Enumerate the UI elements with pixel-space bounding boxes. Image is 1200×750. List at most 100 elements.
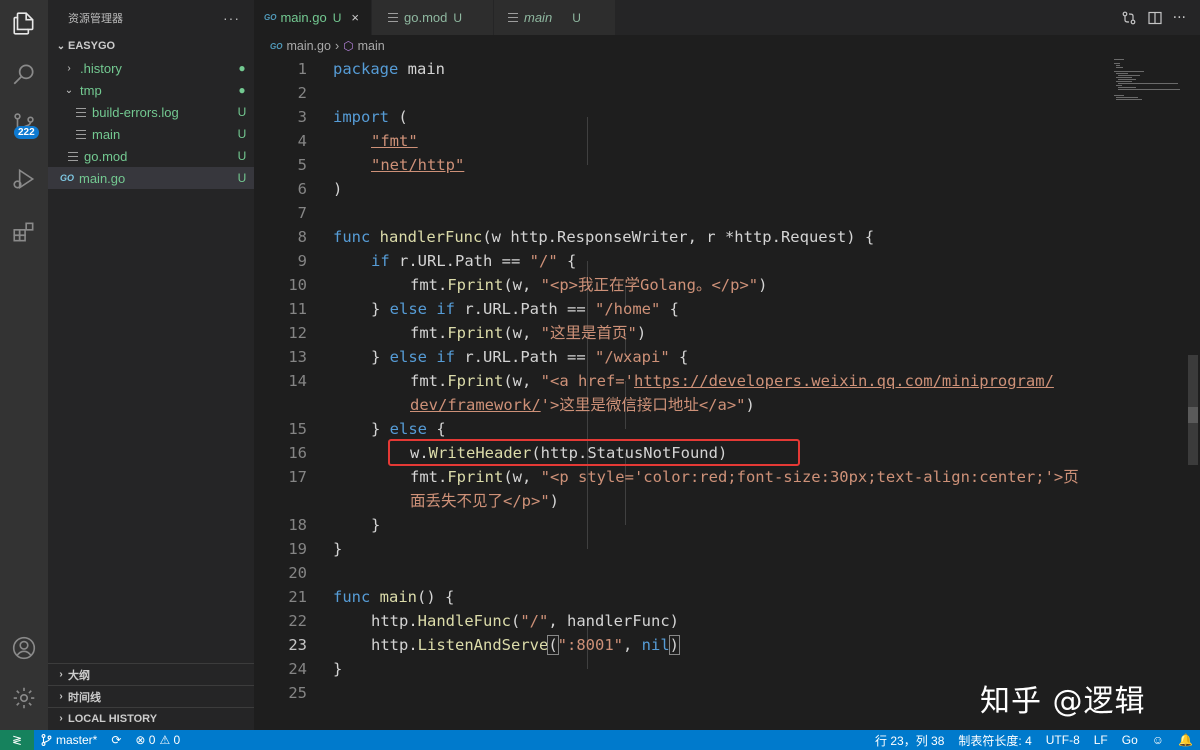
symbol-module-icon: ⬡: [343, 39, 354, 53]
local-history-section-label: LOCAL HISTORY: [68, 712, 158, 725]
explorer-sidebar: 资源管理器 ··· ⌄ EASYGO › .history ● ⌄ tmp ● …: [48, 0, 254, 730]
breadcrumb-file[interactable]: main.go: [286, 39, 330, 53]
local-history-section[interactable]: › LOCAL HISTORY: [48, 707, 254, 729]
file-icon: [388, 13, 398, 22]
tree-item-go-mod[interactable]: go.mod U: [48, 145, 254, 167]
line-number: 12: [288, 324, 307, 342]
notifications-bell-icon[interactable]: 🔔: [1171, 733, 1200, 747]
chevron-down-icon: ⌄: [64, 84, 74, 96]
remote-indicator-icon[interactable]: ≷: [0, 730, 34, 750]
timeline-section[interactable]: › 时间线: [48, 685, 254, 707]
line-number: 4: [297, 132, 307, 150]
tree-item-main-binary[interactable]: main U: [48, 123, 254, 145]
tree-item-label: go.mod: [84, 148, 128, 164]
split-editor-icon[interactable]: [1147, 10, 1163, 26]
line-number: 7: [297, 204, 307, 222]
go-file-icon: GO: [270, 41, 283, 51]
open-changes-icon[interactable]: [1121, 10, 1137, 26]
tab-label: main.go: [280, 10, 327, 25]
minimap[interactable]: [1112, 57, 1186, 107]
line-number: 25: [288, 684, 307, 702]
tab-go-mod[interactable]: go.mod U: [372, 0, 494, 35]
activity-bar: 222: [0, 0, 48, 730]
vertical-scrollbar[interactable]: [1186, 57, 1200, 730]
file-icon: [76, 129, 86, 139]
untracked-status: U: [237, 171, 247, 185]
editor-tabs: GO main.go U × go.mod U main U ···: [254, 0, 1200, 35]
outline-section-label: 大纲: [68, 669, 90, 682]
encoding-setting[interactable]: UTF-8: [1039, 733, 1087, 747]
chevron-right-icon: ›: [67, 62, 71, 74]
language-mode[interactable]: Go: [1115, 733, 1145, 747]
tree-item-main-go[interactable]: GO main.go U: [48, 167, 254, 189]
tree-item-label: .history: [80, 60, 122, 76]
go-file-icon: GO: [60, 173, 75, 183]
line-number: 10: [288, 276, 307, 294]
explorer-header: 资源管理器 ···: [48, 0, 254, 35]
timeline-section-label: 时间线: [68, 691, 101, 704]
branch-indicator[interactable]: master*: [34, 733, 104, 747]
search-icon[interactable]: [0, 50, 48, 98]
modified-dot-icon: ●: [238, 61, 246, 75]
extensions-icon[interactable]: [0, 208, 48, 256]
branch-name: master*: [56, 733, 98, 747]
more-actions-icon[interactable]: ···: [223, 10, 240, 26]
line-number: 23: [288, 636, 307, 654]
line-number: 15: [288, 420, 307, 438]
sync-icon[interactable]: ⟳: [104, 733, 128, 747]
eol-setting[interactable]: LF: [1087, 733, 1115, 747]
tree-item-label: build-errors.log: [92, 104, 179, 120]
untracked-status: U: [237, 105, 247, 119]
chevron-right-icon: ›: [59, 691, 63, 702]
feedback-icon[interactable]: ☺: [1145, 733, 1171, 747]
settings-gear-icon[interactable]: [0, 674, 48, 722]
line-number: 16: [288, 444, 307, 462]
chevron-right-icon: ›: [59, 669, 63, 680]
tab-main-go[interactable]: GO main.go U ×: [254, 0, 372, 35]
more-actions-icon[interactable]: ···: [1173, 10, 1186, 26]
tab-label: main: [524, 10, 553, 25]
close-icon[interactable]: ×: [351, 10, 359, 25]
problems-indicator[interactable]: ⊗ 0 ⚠ 0: [128, 733, 187, 747]
tree-item-label: main: [92, 126, 121, 142]
line-number: 24: [288, 660, 307, 678]
outline-section[interactable]: › 大纲: [48, 663, 254, 685]
go-mod-file-icon: [68, 151, 78, 161]
workspace-root[interactable]: ⌄ EASYGO: [48, 35, 254, 57]
indentation-setting[interactable]: 制表符长度: 4: [951, 732, 1038, 749]
line-number: 13: [288, 348, 307, 366]
log-file-icon: [76, 107, 86, 117]
untracked-status: U: [237, 149, 247, 163]
scrollbar-marker: [1188, 407, 1198, 423]
tree-item-label: main.go: [79, 170, 126, 186]
line-number: 9: [297, 252, 307, 270]
source-control-icon[interactable]: [0, 100, 48, 148]
warnings-count: ⚠ 0: [159, 733, 181, 747]
breadcrumb-symbol[interactable]: main: [358, 39, 385, 53]
line-number: 5: [297, 156, 307, 174]
untracked-status: U: [237, 127, 247, 141]
tab-main-binary[interactable]: main U: [494, 0, 616, 35]
editor-actions: ···: [1121, 0, 1186, 35]
zhihu-watermark: 知乎 @逻辑: [980, 684, 1146, 719]
go-file-icon: GO: [264, 13, 277, 22]
chevron-right-icon: ›: [59, 713, 63, 724]
tab-label: go.mod: [404, 10, 448, 25]
line-number: 18: [288, 516, 307, 534]
run-debug-icon[interactable]: [0, 155, 48, 203]
line-number: 17: [288, 468, 307, 486]
explorer-icon[interactable]: [0, 0, 48, 48]
line-number: 22: [288, 612, 307, 630]
tab-status: U: [453, 10, 463, 25]
workspace-root-label: EASYGO: [68, 40, 116, 52]
line-number: 20: [288, 564, 307, 582]
cursor-position[interactable]: 行 23，列 38: [868, 732, 951, 749]
account-icon[interactable]: [0, 624, 48, 672]
tree-item-history[interactable]: › .history ●: [48, 57, 254, 79]
tree-item-tmp[interactable]: ⌄ tmp ●: [48, 79, 254, 101]
tab-status: U: [572, 10, 581, 25]
tree-item-build-errors-log[interactable]: build-errors.log U: [48, 101, 254, 123]
tab-status: U: [332, 10, 342, 25]
code-editor[interactable]: 1 2 3 4 5 6 7 8 9 10 11 12 13 14 15 16 17 18 19 20 21 22 23 24 2…: [254, 57, 1184, 730]
line-number: 6: [297, 180, 307, 198]
